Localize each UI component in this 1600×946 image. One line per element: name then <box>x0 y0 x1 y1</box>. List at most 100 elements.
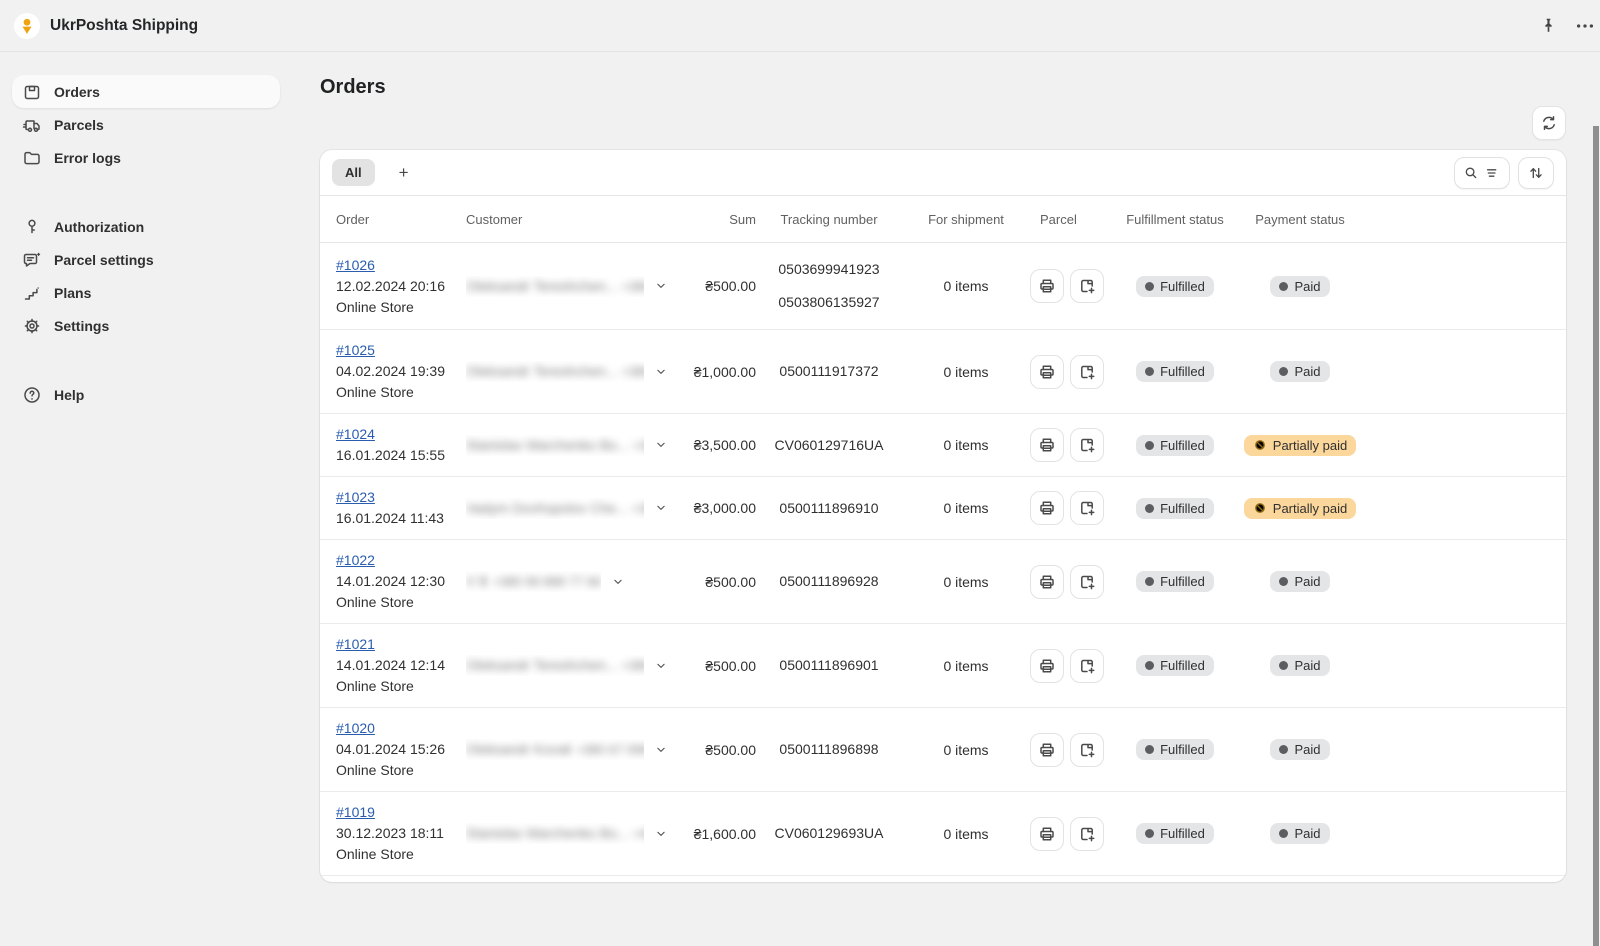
sidebar-item-orders[interactable]: Orders <box>12 75 280 108</box>
sidebar-item-label: Help <box>54 387 84 403</box>
order-link[interactable]: #1020 <box>336 720 375 736</box>
col-header-sum[interactable]: Sum <box>690 212 756 227</box>
customer-phone-blurred: +38 097 004 1122 <box>632 499 645 519</box>
help-icon <box>22 385 42 405</box>
sidebar-item-authorization[interactable]: Authorization <box>12 210 280 243</box>
chevron-down-icon[interactable] <box>654 659 668 673</box>
order-sum: ₴1,000.00 <box>690 364 756 380</box>
topbar: UkrPoshta Shipping <box>0 0 1600 52</box>
order-sum: ₴500.00 <box>690 658 756 674</box>
customer-name-blurred: Oleksandr Tereshchen... <box>466 276 618 296</box>
table-row: #1024 16.01.2024 15:55 Stanislav Marchen… <box>320 414 1566 477</box>
sort-button[interactable] <box>1518 157 1554 189</box>
sidebar-item-parcel-settings[interactable]: Parcel settings <box>12 243 280 276</box>
print-label-button[interactable] <box>1030 565 1064 599</box>
order-link[interactable]: #1022 <box>336 552 375 568</box>
status-dot <box>1145 661 1154 670</box>
sidebar-item-label: Error logs <box>54 150 121 166</box>
add-label-icon <box>1077 435 1097 455</box>
customer-phone-blurred: +481 134 20565 <box>633 824 644 844</box>
create-parcel-button[interactable] <box>1070 428 1104 462</box>
customer-name-blurred: V B <box>466 571 489 591</box>
payment-status-badge: Partially paid <box>1244 435 1356 456</box>
col-header-for-shipment[interactable]: For shipment <box>902 212 1030 227</box>
order-link[interactable]: #1026 <box>336 257 375 273</box>
chevron-down-icon[interactable] <box>654 438 668 452</box>
chevron-down-icon[interactable] <box>654 743 668 757</box>
chevron-down-icon[interactable] <box>654 279 668 293</box>
payment-status-badge: Paid <box>1270 361 1329 382</box>
printer-icon <box>1037 740 1057 760</box>
for-shipment-count: 0 items <box>902 826 1030 842</box>
print-label-button[interactable] <box>1030 817 1064 851</box>
sidebar-item-settings[interactable]: Settings <box>12 309 280 342</box>
sidebar-item-label: Parcel settings <box>54 252 154 268</box>
create-parcel-button[interactable] <box>1070 491 1104 525</box>
print-label-button[interactable] <box>1030 428 1064 462</box>
create-parcel-button[interactable] <box>1070 649 1104 683</box>
create-parcel-button[interactable] <box>1070 269 1104 303</box>
print-label-button[interactable] <box>1030 491 1064 525</box>
order-sum: ₴500.00 <box>690 574 756 590</box>
print-label-button[interactable] <box>1030 733 1064 767</box>
printer-icon <box>1037 276 1057 296</box>
status-dot <box>1279 367 1288 376</box>
order-link[interactable]: #1021 <box>336 636 375 652</box>
chevron-down-icon[interactable] <box>611 575 625 589</box>
chevron-down-icon[interactable] <box>654 827 668 841</box>
for-shipment-count: 0 items <box>902 742 1030 758</box>
sidebar-item-parcels[interactable]: Parcels <box>12 108 280 141</box>
tracking-number: 0500111917372 <box>756 355 902 388</box>
search-and-filter-button[interactable] <box>1454 157 1510 189</box>
order-link[interactable]: #1024 <box>336 426 375 442</box>
scrollbar-thumb[interactable] <box>1593 126 1599 946</box>
chat-icon <box>22 250 42 270</box>
order-channel: Online Store <box>336 760 466 781</box>
table-row: #1026 12.02.2024 20:16 Online Store Olek… <box>320 243 1566 330</box>
for-shipment-count: 0 items <box>902 574 1030 590</box>
create-parcel-button[interactable] <box>1070 355 1104 389</box>
print-label-button[interactable] <box>1030 649 1064 683</box>
pin-icon[interactable] <box>1534 12 1562 40</box>
partially-paid-icon <box>1253 438 1267 452</box>
order-link[interactable]: #1025 <box>336 342 375 358</box>
key-icon <box>22 217 42 237</box>
fulfillment-status-badge: Fulfilled <box>1136 739 1214 760</box>
fulfillment-status-badge: Fulfilled <box>1136 655 1214 676</box>
customer-phone-blurred: +380 67 098 1200 <box>576 740 644 760</box>
col-header-fulfillment[interactable]: Fulfillment status <box>1110 212 1240 227</box>
filter-icon <box>1484 164 1502 182</box>
sidebar-item-help[interactable]: Help <box>12 378 280 411</box>
sidebar-item-plans[interactable]: Plans <box>12 276 280 309</box>
order-link[interactable]: #1019 <box>336 804 375 820</box>
create-parcel-button[interactable] <box>1070 565 1104 599</box>
col-header-payment[interactable]: Payment status <box>1240 212 1360 227</box>
table-row: #1023 16.01.2024 11:43 Vadym Dovhopolov … <box>320 477 1566 540</box>
print-label-button[interactable] <box>1030 269 1064 303</box>
create-parcel-button[interactable] <box>1070 733 1104 767</box>
table-row: #1025 04.02.2024 19:39 Online Store Olek… <box>320 330 1566 414</box>
gear-icon <box>22 316 42 336</box>
sidebar-item-error-logs[interactable]: Error logs <box>12 141 280 174</box>
fulfillment-status-badge: Fulfilled <box>1136 823 1214 844</box>
chevron-down-icon[interactable] <box>654 501 668 515</box>
scrollbar-track[interactable] <box>1592 53 1600 900</box>
order-channel: Online Store <box>336 844 466 865</box>
more-menu-icon[interactable] <box>1571 12 1599 40</box>
col-header-order[interactable]: Order <box>336 212 466 227</box>
col-header-customer[interactable]: Customer <box>466 212 690 227</box>
create-parcel-button[interactable] <box>1070 817 1104 851</box>
print-label-button[interactable] <box>1030 355 1064 389</box>
chevron-down-icon[interactable] <box>654 365 668 379</box>
add-view-button[interactable]: + <box>391 159 417 187</box>
customer-name-blurred: Stanislav Marchenko Bo... <box>466 435 629 455</box>
refresh-button[interactable] <box>1532 106 1566 140</box>
payment-status-badge: Paid <box>1270 739 1329 760</box>
order-link[interactable]: #1023 <box>336 489 375 505</box>
col-header-tracking[interactable]: Tracking number <box>756 212 902 227</box>
col-header-parcel[interactable]: Parcel <box>1030 212 1110 227</box>
add-label-icon <box>1077 656 1097 676</box>
sidebar-item-label: Parcels <box>54 117 104 133</box>
tab-all[interactable]: All <box>332 159 375 186</box>
folder-icon <box>22 148 42 168</box>
